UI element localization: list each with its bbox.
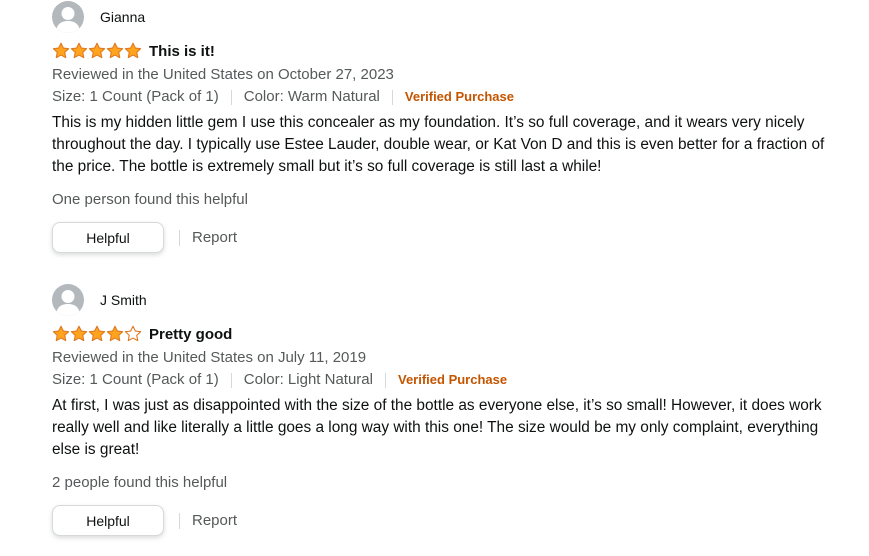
review-title[interactable]: This is it!	[149, 43, 215, 60]
review-date: Reviewed in the United States on July 11…	[52, 349, 367, 366]
review-date: Reviewed in the United States on October…	[52, 66, 394, 83]
star-filled-icon	[70, 42, 88, 59]
review-body: This is my hidden little gem I use this …	[52, 114, 825, 175]
review-item: Gianna This is it! Reviewed in the Unite…	[52, 1, 832, 253]
star-filled-icon	[106, 325, 124, 342]
star-filled-icon	[52, 325, 70, 342]
star-filled-icon	[70, 325, 88, 342]
review-item: J Smith Pretty good Reviewed in the Unit…	[52, 284, 832, 536]
person-icon	[56, 290, 80, 316]
avatar[interactable]	[52, 284, 84, 316]
review-size: Size: 1 Count (Pack of 1)	[52, 88, 219, 105]
review-body: At first, I was just as disappointed wit…	[52, 397, 822, 458]
avatar[interactable]	[52, 1, 84, 33]
star-rating[interactable]	[52, 325, 142, 343]
reviewer-profile[interactable]: J Smith	[52, 284, 832, 316]
review-color: Color: Warm Natural	[243, 88, 380, 105]
divider	[179, 229, 180, 246]
report-link[interactable]: Report	[192, 512, 237, 529]
reviewer-name[interactable]: Gianna	[100, 9, 145, 25]
star-filled-icon	[52, 42, 70, 59]
person-icon	[56, 7, 80, 33]
star-filled-icon	[106, 42, 124, 59]
review-size: Size: 1 Count (Pack of 1)	[52, 371, 219, 388]
star-empty-icon	[124, 325, 142, 342]
report-link[interactable]: Report	[192, 229, 237, 246]
verified-purchase-badge: Verified Purchase	[404, 89, 515, 104]
star-filled-icon	[124, 42, 142, 59]
helpful-button[interactable]: Helpful	[52, 222, 164, 253]
verified-purchase-badge: Verified Purchase	[397, 372, 508, 387]
star-filled-icon	[88, 325, 106, 342]
helpful-button[interactable]: Helpful	[52, 505, 164, 536]
reviewer-name[interactable]: J Smith	[100, 292, 147, 308]
divider	[391, 89, 393, 105]
divider	[179, 512, 180, 529]
divider	[230, 372, 232, 388]
helpful-count: 2 people found this helpful	[52, 474, 228, 491]
reviewer-profile[interactable]: Gianna	[52, 1, 832, 33]
star-rating[interactable]	[52, 42, 142, 60]
divider	[384, 372, 386, 388]
helpful-count: One person found this helpful	[52, 191, 248, 208]
review-color: Color: Light Natural	[243, 371, 373, 388]
divider	[230, 89, 232, 105]
star-filled-icon	[88, 42, 106, 59]
review-title[interactable]: Pretty good	[149, 326, 232, 343]
